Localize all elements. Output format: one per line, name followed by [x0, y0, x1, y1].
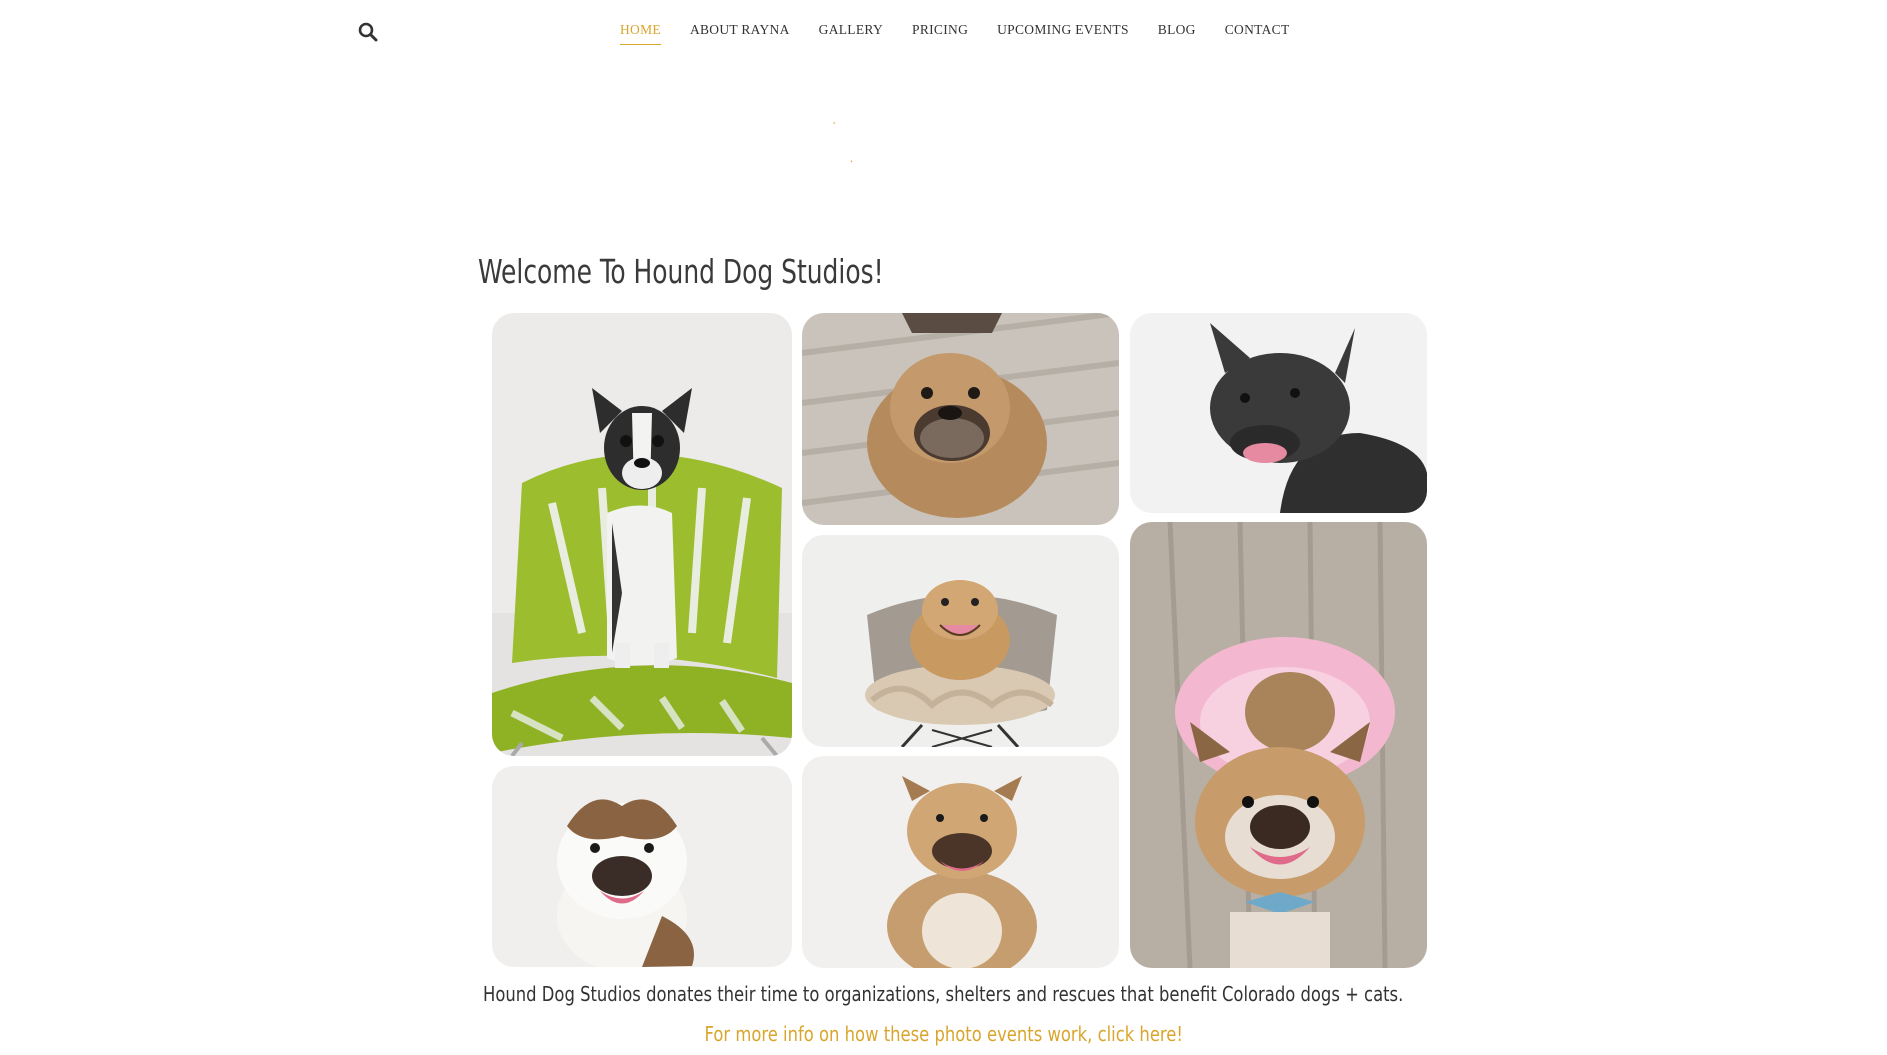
photo-bulldog-tutu[interactable] — [1130, 522, 1427, 968]
photo-bulldog-wood-floor[interactable] — [802, 313, 1119, 525]
nav-item-blog[interactable]: BLOG — [1158, 22, 1196, 45]
more-info-link[interactable]: For more info on how these photo events … — [0, 1022, 1887, 1046]
main-menu: HOME ABOUT RAYNA GALLERY PRICING UPCOMIN… — [620, 22, 1290, 45]
more-info-link-text[interactable]: For more info on how these photo events … — [704, 1022, 1182, 1046]
photo-boston-terrier[interactable] — [492, 313, 792, 756]
nav-item-gallery[interactable]: GALLERY — [819, 22, 883, 45]
nav-item-about-rayna[interactable]: ABOUT RAYNA — [690, 22, 790, 45]
nav-item-contact[interactable]: CONTACT — [1225, 22, 1290, 45]
nav-item-home[interactable]: HOME — [620, 22, 661, 45]
search-icon[interactable] — [357, 21, 379, 43]
donation-caption-text: Hound Dog Studios donates their time to … — [483, 982, 1404, 1006]
donation-caption: Hound Dog Studios donates their time to … — [0, 982, 1887, 1006]
page-title: Welcome To Hound Dog Studios! — [478, 252, 884, 291]
logo-part-studios: STUDIOS — [1004, 109, 1174, 174]
site-logo[interactable]: HOUNDDOG STUDIOS — [724, 107, 1176, 181]
nav-item-pricing[interactable]: PRICING — [912, 22, 968, 45]
photo-tan-bulldog[interactable] — [802, 756, 1119, 968]
top-nav: HOME ABOUT RAYNA GALLERY PRICING UPCOMIN… — [0, 0, 1887, 70]
nav-item-upcoming-events[interactable]: UPCOMING EVENTS — [997, 22, 1129, 45]
logo-part-hounddog: HOUNDDOG — [726, 109, 998, 174]
photo-french-bulldog[interactable] — [1130, 313, 1427, 513]
photo-bulldog-on-chair[interactable] — [802, 535, 1119, 747]
photo-white-bulldog[interactable] — [492, 766, 792, 967]
